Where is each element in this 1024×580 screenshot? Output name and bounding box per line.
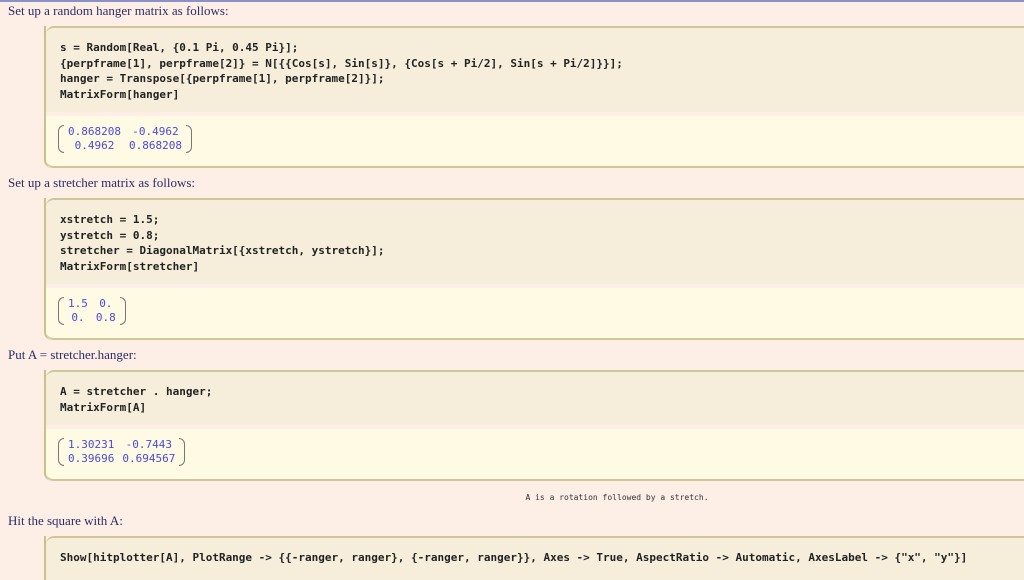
matrix-row: 0.39696 0.694567	[64, 452, 179, 466]
matrix-row: 0.868208 -0.4962	[64, 125, 186, 139]
matrix-row: 1.30231 -0.7443	[64, 438, 179, 452]
code-line: {perpframe[1], perpframe[2]} = N[{{Cos[s…	[60, 56, 623, 70]
matrix-entry: 0.694567	[122, 452, 176, 465]
code-line: MatrixForm[A]	[60, 400, 147, 414]
cell-group: s = Random[Real, {0.1 Pi, 0.45 Pi}]; {per…	[44, 26, 1024, 168]
matrix-output: 0.868208 -0.4962 0.4962 0.868208	[58, 125, 192, 153]
text-cell[interactable]: Set up a stretcher matrix as follows:	[0, 176, 1024, 190]
matrix-entry: -0.4962	[132, 125, 179, 138]
code-line: stretcher = DiagonalMatrix[{xstretch, ys…	[60, 244, 385, 257]
output-cell: 0.868208 -0.4962 0.4962 0.868208	[46, 116, 1024, 168]
matrix-row: 0.4962 0.868208	[64, 139, 186, 153]
code-line: MatrixForm[hanger]	[60, 87, 180, 101]
input-cell[interactable]: s = Random[Real, {0.1 Pi, 0.45 Pi}]; {per…	[46, 26, 1024, 112]
code-line: ystretch = 0.8;	[60, 228, 160, 242]
matrix-entry: 0.39696	[68, 452, 115, 465]
code-line: Show[hitplotter[A], PlotRange -> {{-rang…	[60, 551, 968, 564]
matrix-entry: 0.4962	[74, 139, 115, 152]
output-cell: 1.5 0. 0. 0.8	[46, 288, 1024, 340]
matrix-row: 1.5 0.	[64, 297, 120, 311]
matrix-table: 0.868208 -0.4962 0.4962 0.868208	[64, 125, 186, 153]
matrix-entry: 0.8	[95, 311, 116, 324]
cell-group: xstretch = 1.5; ystretch = 0.8; stretcher …	[44, 198, 1024, 340]
code-line: xstretch = 1.5;	[60, 213, 160, 226]
cell-group: Show[hitplotter[A], PlotRange -> {{-rang…	[44, 536, 1024, 580]
matrix-table: 1.30231 -0.7443 0.39696 0.694567	[64, 438, 179, 466]
code-line: s = Random[Real, {0.1 Pi, 0.45 Pi}];	[60, 41, 299, 54]
matrix-output: 1.30231 -0.7443 0.39696 0.694567	[58, 438, 186, 466]
input-cell[interactable]: A = stretcher . hanger; MatrixForm[A]	[46, 370, 1024, 425]
matrix-entry: 0.	[71, 311, 85, 324]
input-cell[interactable]: xstretch = 1.5; ystretch = 0.8; stretcher …	[46, 198, 1024, 284]
output-cell: 1.30231 -0.7443 0.39696 0.694567	[46, 429, 1024, 481]
code-line: A = stretcher . hanger;	[60, 385, 213, 398]
matrix-entry: 0.868208	[128, 139, 182, 152]
matrix-entry: 1.5	[68, 297, 88, 310]
right-paren	[179, 438, 186, 466]
input-cell[interactable]: Show[hitplotter[A], PlotRange -> {{-rang…	[46, 536, 1024, 580]
matrix-output: 1.5 0. 0. 0.8	[58, 297, 126, 325]
matrix-entry: 0.	[99, 297, 113, 310]
code-line: MatrixForm[stretcher]	[60, 259, 200, 273]
right-paren	[185, 125, 192, 153]
matrix-table: 1.5 0. 0. 0.8	[64, 297, 120, 325]
matrix-row: 0. 0.8	[64, 311, 120, 325]
right-paren	[119, 297, 126, 325]
text-cell[interactable]: Put A = stretcher.hanger:	[0, 348, 1024, 362]
notebook: Set up a random hanger matrix as follows…	[0, 4, 1024, 580]
matrix-entry: 1.30231	[68, 438, 115, 451]
cell-group: A = stretcher . hanger; MatrixForm[A] 1.30…	[44, 370, 1024, 481]
matrix-entry: 0.868208	[68, 125, 121, 138]
code-line: hanger = Transpose[{perpframe[1], perpfr…	[60, 72, 385, 85]
text-cell[interactable]: Set up a random hanger matrix as follows…	[0, 4, 1024, 18]
caption-note: A is a rotation followed by a stretch.	[525, 493, 709, 502]
text-cell[interactable]: Hit the square with A:	[0, 514, 1024, 528]
matrix-entry: -0.7443	[125, 438, 173, 451]
